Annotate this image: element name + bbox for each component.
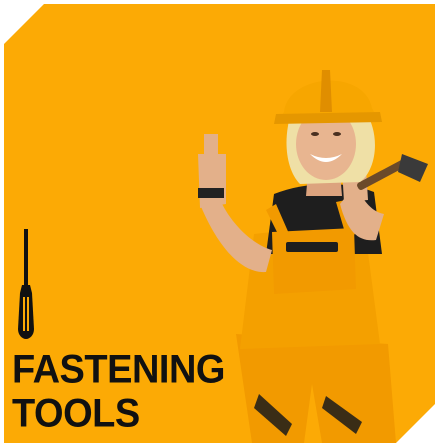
fastening-tools-category-card[interactable]: FASTENING TOOLS xyxy=(4,4,435,443)
title-line-fastening: FASTENING xyxy=(12,347,225,392)
title-line-tools: TOOLS xyxy=(12,391,140,436)
category-title: FASTENING TOOLS xyxy=(12,347,225,436)
screwdriver-icon xyxy=(18,229,34,339)
